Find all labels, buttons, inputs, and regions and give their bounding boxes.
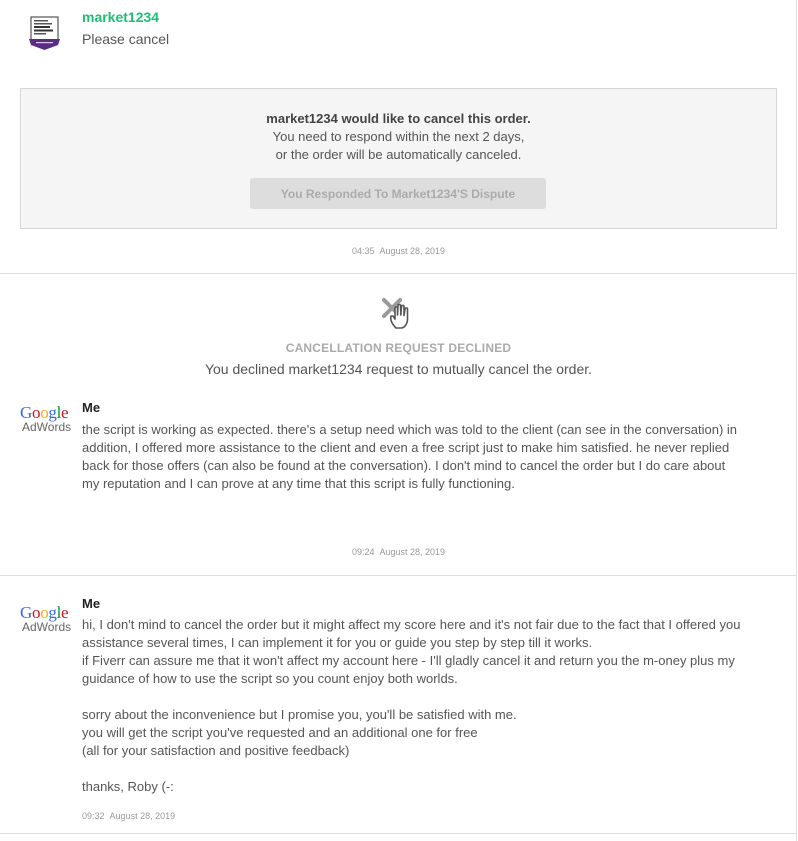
timestamp-time: 04:35 (351, 246, 375, 256)
message-text: hi, I don't mind to cancel the order but… (82, 616, 742, 796)
timestamp-time: 09:24 (351, 547, 375, 557)
message-line: if Fiverr can assure me that it won't af… (82, 653, 735, 686)
cancel-request-title: market1234 would like to cancel this ord… (266, 111, 531, 126)
cancel-request-box: market1234 would like to cancel this ord… (20, 88, 777, 229)
google-adwords-logo[interactable]: Google AdWords (20, 404, 72, 436)
adwords-wordmark: AdWords (22, 420, 72, 434)
cancellation-declined-event: CANCELLATION REQUEST DECLINED You declin… (0, 274, 797, 576)
message-text: Please cancel (82, 31, 170, 47)
declined-title: CANCELLATION REQUEST DECLINED (285, 341, 512, 355)
declined-description: You declined market1234 request to mutua… (204, 361, 593, 377)
award-badge-icon[interactable] (27, 15, 62, 51)
reply-message-event: Google AdWords Me hi, I don't mind to ca… (0, 576, 797, 834)
timestamp-date: August 28, 2019 (379, 547, 446, 557)
responded-dispute-button[interactable]: You Responded To Market1234'S Dispute (250, 178, 546, 209)
message-line: sorry about the inconvenience but I prom… (82, 707, 517, 722)
timestamp: 09:24 August 28, 2019 (0, 547, 797, 557)
google-adwords-logo[interactable]: Google AdWords (20, 604, 72, 636)
order-activity-timeline: market1234 Please cancel market1234 woul… (0, 0, 797, 841)
timestamp-date: August 28, 2019 (379, 246, 446, 256)
timestamp-date: August 28, 2019 (109, 811, 176, 821)
cancel-request-event: market1234 Please cancel market1234 woul… (0, 0, 797, 274)
timestamp-time: 09:32 (82, 811, 105, 821)
sender-name[interactable]: Me (82, 400, 100, 415)
message-line: hi, I don't mind to cancel the order but… (82, 617, 741, 650)
timestamp: 04:35 August 28, 2019 (0, 246, 797, 256)
cancel-request-auto-cancel: or the order will be automatically cance… (275, 147, 522, 162)
timestamp: 09:32 August 28, 2019 (82, 811, 175, 821)
hand-x-icon (380, 296, 416, 330)
sender-name[interactable]: market1234 (82, 9, 159, 25)
cancel-request-deadline: You need to respond within the next 2 da… (272, 129, 525, 144)
message-line: you will get the script you've requested… (82, 725, 478, 740)
adwords-wordmark: AdWords (22, 620, 72, 634)
message-text: the script is working as expected. there… (82, 422, 738, 491)
message-line: (all for your satisfaction and positive … (82, 743, 350, 758)
sender-name[interactable]: Me (82, 596, 100, 611)
message-line: thanks, Roby (-: (82, 779, 174, 794)
